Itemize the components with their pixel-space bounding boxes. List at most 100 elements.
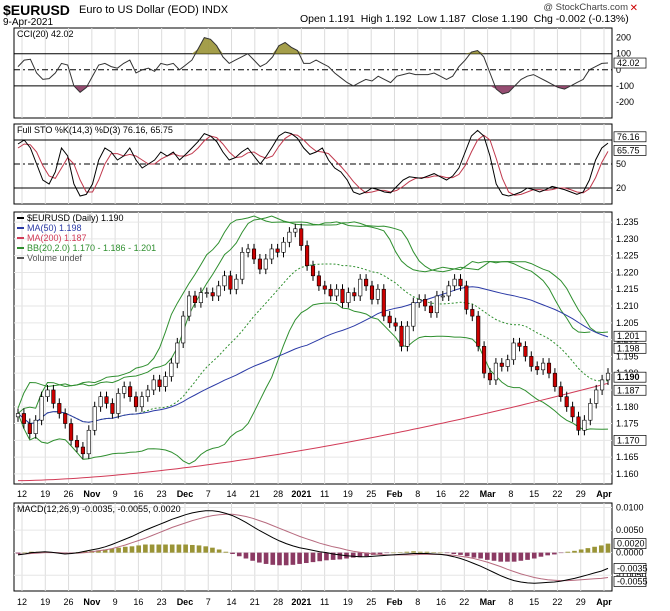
candle-body — [305, 245, 310, 267]
bottom-axis-tick-label: 12 — [17, 597, 27, 607]
macd-histogram-bar — [236, 552, 242, 557]
mid-axis-tick-label: 2021 — [291, 489, 311, 499]
macd-tick-label: 0.0100 — [616, 503, 644, 513]
ma50-last-value: 1.198 — [613, 342, 647, 354]
cci-last-value-text: 42.02 — [617, 58, 640, 68]
candle-body — [51, 389, 56, 404]
macd-histogram-bar — [471, 552, 477, 558]
bottom-axis-tick-label: 21 — [250, 597, 260, 607]
mid-axis-tick-label: 16 — [133, 489, 143, 499]
candle-body — [80, 446, 85, 455]
macd-histogram-bar — [257, 552, 262, 563]
macd-histogram-bar — [116, 547, 121, 553]
mid-axis-tick-label: 7 — [206, 489, 211, 499]
macd-histogram-bar — [605, 543, 611, 553]
candle-body — [74, 440, 80, 448]
macd-histogram-bar — [417, 551, 423, 553]
mid-axis-tick-label: 8 — [508, 489, 513, 499]
mid-axis-tick-label: 12 — [17, 489, 27, 499]
macd-histogram-bar — [22, 552, 28, 554]
candle-body — [322, 285, 327, 290]
candle-body — [251, 248, 257, 260]
candle-body — [169, 362, 174, 377]
macd-histogram-bar — [525, 552, 530, 560]
candle-body — [163, 376, 168, 387]
candle-body — [139, 396, 144, 408]
mid-axis-tick-label: Dec — [177, 489, 194, 499]
macd-histogram-bar — [15, 552, 21, 554]
candle-body — [157, 379, 162, 387]
mid-axis-tick-label: Feb — [386, 489, 403, 499]
price-tick-label: 1.180 — [616, 402, 639, 412]
bottom-axis-tick-label: 8 — [508, 597, 513, 607]
macd-histogram-bar — [310, 552, 316, 563]
candle-body — [464, 285, 469, 310]
price-tick-label: 1.175 — [616, 419, 639, 429]
candle-body — [33, 419, 38, 434]
candle-body — [334, 288, 339, 297]
macd-histogram-bar — [243, 552, 249, 559]
bottom-axis-tick-label: 16 — [436, 597, 446, 607]
mid-axis-tick-label: 22 — [552, 489, 562, 499]
candle-body — [116, 393, 121, 414]
cci-tick-label: -200 — [616, 97, 634, 107]
sto-tick-label: 20 — [616, 183, 626, 193]
candle-body — [192, 295, 198, 303]
mid-axis-tick-label: Nov — [83, 489, 100, 499]
candle-body — [405, 325, 410, 347]
candle-body — [600, 379, 605, 391]
macd-histogram-bar — [424, 551, 430, 553]
price-tick-label: 1.210 — [616, 301, 639, 311]
candle-body — [564, 396, 569, 408]
legend-entry: Volume undef — [27, 253, 83, 263]
candle-body — [210, 292, 215, 297]
price-tick-label: 1.225 — [616, 251, 639, 261]
candle-body — [204, 292, 209, 294]
candle-body — [340, 288, 345, 303]
macd-histogram-bar — [451, 552, 457, 554]
macd-histogram-bar — [572, 550, 577, 553]
price-tick-label: 1.165 — [616, 452, 639, 462]
candle-body — [381, 288, 386, 317]
bottom-axis-tick-label: 19 — [343, 597, 353, 607]
bottom-axis-tick-label: 14 — [227, 597, 237, 607]
candle-body — [417, 299, 422, 303]
bottom-axis-tick-label: 11 — [320, 597, 329, 607]
candle-body — [240, 251, 245, 280]
candle-body — [499, 362, 504, 367]
candle-body — [493, 362, 498, 381]
candle-body — [546, 362, 552, 374]
candle-body — [310, 265, 316, 277]
candle-body — [281, 241, 286, 253]
sto-title: Full STO %K(14,3) %D(3) 76.16, 65.75 — [17, 125, 173, 135]
candle-body — [428, 305, 434, 314]
legend-entry: MA(200) 1.187 — [27, 233, 87, 243]
macd-histogram-bar — [210, 547, 215, 553]
candle-body — [216, 285, 221, 297]
close-last-value-text: 1.190 — [617, 372, 640, 382]
bottom-axis-tick-label: 15 — [529, 597, 539, 607]
candle-body — [446, 285, 451, 297]
mid-axis-tick-label: Apr — [596, 489, 612, 499]
mid-axis-tick-label: 15 — [529, 489, 539, 499]
candle-body — [411, 302, 416, 327]
cci-last-value: 42.02 — [613, 57, 647, 69]
candle-body — [369, 285, 375, 300]
macd-signal-last-value: -0.0055 — [613, 576, 648, 587]
macd-histogram-bar — [129, 546, 135, 553]
macd-histogram-bar — [223, 551, 229, 553]
candle-body — [470, 309, 475, 317]
mid-axis-tick-label: 21 — [250, 489, 260, 499]
candle-body — [588, 403, 593, 421]
mid-axis-tick-label: 23 — [157, 489, 167, 499]
macd-histogram-bar — [391, 552, 396, 554]
macd-histogram-bar — [183, 544, 188, 553]
price-tick-label: 1.160 — [616, 469, 639, 479]
candle-body — [92, 406, 97, 431]
macd-signal-last-value-text: -0.0055 — [617, 576, 648, 586]
candle-body — [246, 248, 251, 253]
mid-axis-tick-label: 19 — [40, 489, 50, 499]
macd-histogram-bar — [337, 552, 343, 560]
candle-body — [63, 413, 68, 424]
mid-axis-tick-label: 29 — [576, 489, 586, 499]
